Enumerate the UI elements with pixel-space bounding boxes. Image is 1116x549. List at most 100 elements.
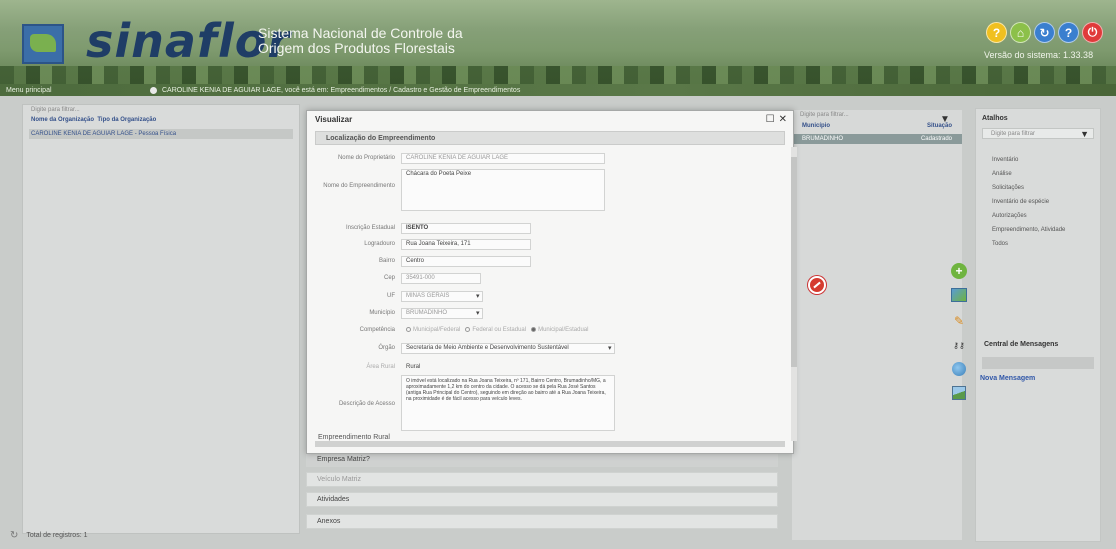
bairro-value: Centro	[406, 258, 425, 264]
chevron-down-icon[interactable]: ▾	[605, 343, 615, 353]
uf-label: UF	[387, 293, 395, 299]
veiculo-matriz-label: Veículo Matriz	[317, 476, 361, 483]
nome-empreendimento-label: Nome do Empreendimento	[323, 183, 395, 189]
stop-icon[interactable]	[808, 276, 826, 294]
chevron-down-icon[interactable]: ▾	[473, 291, 483, 301]
cep-label: Cep	[383, 275, 395, 281]
table-row[interactable]: CAROLINE KENIA DE AGUIAR LAGE - Pessoa F…	[29, 129, 293, 139]
left-search-input[interactable]: Digite para filtrar...	[23, 105, 299, 115]
view-modal: Visualizar ☐ ✕ Localização do Empreendim…	[306, 110, 797, 454]
globe-icon[interactable]	[950, 360, 968, 378]
version-text: Versão do sistema: 1.33.38	[984, 50, 1094, 60]
row-municipio: BRUMADINHO	[802, 136, 844, 142]
shortcut-item[interactable]: Inventário de espécie	[992, 199, 1100, 205]
home-icon[interactable]: ⌂	[1010, 22, 1031, 43]
header: sinaflor Sistema Nacional de Controle da…	[0, 0, 1116, 84]
area-value: Rural	[406, 364, 421, 370]
total-records: Total de registros: 1	[26, 532, 88, 539]
competencia-option-1: Municipal/Federal	[413, 327, 461, 334]
header-foliage	[0, 66, 1116, 84]
anexos-label: Anexos	[317, 518, 341, 525]
refresh-icon[interactable]: ↻	[10, 530, 18, 541]
municipio-value: BRUMADINHO	[406, 310, 448, 316]
breadcrumb: CAROLINE KENIA DE AGUIAR LAGE, você está…	[162, 86, 521, 94]
descricao-acesso-label: Descrição de Acesso	[338, 401, 395, 407]
area-label: Área Rural	[366, 364, 395, 370]
col-municipio[interactable]: Município	[802, 123, 830, 129]
logradouro-label: Logradouro	[364, 241, 395, 247]
shortcut-item[interactable]: Empreendimento, Atividade	[992, 227, 1100, 233]
power-icon[interactable]: ⏻	[1082, 22, 1103, 43]
competencia-radio-2[interactable]	[465, 327, 471, 332]
competencia-option-3: Municipal/Estadual	[538, 327, 589, 334]
competencia-radio-1[interactable]	[406, 327, 411, 332]
atividades-label: Atividades	[317, 496, 350, 503]
left-footer: ↻ Total de registros: 1	[10, 530, 87, 541]
breadcrumb-bar: Menu principal CAROLINE KENIA DE AGUIAR …	[0, 84, 1116, 96]
empresa-matriz-section[interactable]: Empresa Matriz?	[306, 452, 778, 467]
edit-pencil-icon[interactable]: ✎	[950, 312, 968, 330]
shortcuts-filter-input[interactable]: Digite para filtrar ▼	[982, 128, 1094, 139]
key-icon[interactable]: ⚷⚷	[950, 336, 968, 354]
mid-search-input[interactable]: Digite para filtrar...	[792, 110, 962, 120]
col-nome-organizacao[interactable]: Nome da Organização	[31, 117, 94, 123]
shortcuts-panel: Atalhos Digite para filtrar ▼ Inventário…	[975, 108, 1101, 542]
menu-principal-link[interactable]: Menu principal	[0, 87, 150, 94]
shortcut-item[interactable]: Todos	[992, 241, 1100, 247]
bairro-label: Bairro	[378, 258, 395, 264]
cep-value: 35491-000	[406, 275, 435, 281]
municipio-label: Município	[369, 310, 395, 316]
info-icon[interactable]: ?	[1058, 22, 1079, 43]
map-icon[interactable]	[950, 286, 968, 304]
uf-value: MINAS GERAIS	[406, 293, 450, 299]
localizacao-section-header[interactable]: Localização do Empreendimento	[315, 131, 785, 145]
modal-scroll-thumb[interactable]	[791, 157, 797, 367]
enterprise-list-panel: Digite para filtrar... Município Situaçã…	[792, 110, 962, 540]
competencia-options: Municipal/Federal Federal ou Estadual Mu…	[403, 326, 591, 334]
filter-icon[interactable]: ▼	[940, 114, 950, 125]
modal-horizontal-scrollbar[interactable]	[315, 441, 785, 447]
anexos-section[interactable]: Anexos	[306, 514, 778, 529]
chevron-down-icon[interactable]: ▾	[473, 308, 483, 318]
inscricao-estadual-label: Inscrição Estadual	[345, 225, 395, 231]
row-situacao: Cadastrado	[920, 136, 952, 142]
atividades-section[interactable]: Atividades	[306, 492, 778, 507]
nome-empreendimento-value: Chácara do Poeta Peixe	[406, 171, 472, 177]
nome-proprietario-label: Nome do Proprietário	[337, 155, 395, 161]
header-icons: ? ⌂ ↻ ? ⏻	[986, 22, 1103, 43]
modal-scrollbar[interactable]	[791, 147, 797, 441]
filter-icon[interactable]: ▼	[1080, 129, 1089, 139]
nome-proprietario-value: CAROLINE KENIA DE AGUIAR LAGE	[406, 155, 509, 161]
brazil-map-logo	[22, 24, 64, 64]
messages-bar	[982, 357, 1094, 369]
messages-title: Central de Mensagens	[984, 341, 1059, 348]
competencia-label: Competência	[359, 327, 395, 333]
modal-title: Visualizar	[315, 115, 353, 124]
user-icon	[150, 86, 157, 94]
shortcuts-title: Atalhos	[982, 115, 1008, 122]
shortcut-list: Inventário Análise Solicitações Inventár…	[976, 157, 1100, 247]
logradouro-value: Rua Joana Teixeira, 171	[406, 241, 471, 247]
shortcut-item[interactable]: Autorizações	[992, 213, 1100, 219]
competencia-radio-3[interactable]	[531, 327, 537, 332]
col-tipo-organizacao[interactable]: Tipo da Organização	[97, 117, 156, 123]
chart-image-icon[interactable]	[950, 384, 968, 402]
veiculo-matriz-section[interactable]: Veículo Matriz	[306, 472, 778, 487]
table-row[interactable]: BRUMADINHO Cadastrado	[792, 134, 962, 144]
maximize-icon[interactable]: ☐	[766, 114, 775, 125]
modal-controls: ☐ ✕	[766, 114, 787, 125]
new-message-link[interactable]: Nova Mensagem	[980, 375, 1035, 382]
close-icon[interactable]: ✕	[779, 114, 787, 125]
tagline-line1: Sistema Nacional de Controle da	[258, 25, 463, 41]
shortcuts-filter-placeholder: Digite para filtrar	[991, 130, 1036, 137]
refresh-icon[interactable]: ↻	[1034, 22, 1055, 43]
shortcut-item[interactable]: Inventário	[992, 157, 1100, 163]
orgao-value: Secretaria de Meio Ambiente e Desenvolvi…	[406, 345, 569, 351]
tagline-line2: Origem dos Produtos Florestais	[258, 40, 455, 56]
add-icon[interactable]: +	[950, 262, 968, 280]
help-icon[interactable]: ?	[986, 22, 1007, 43]
shortcut-item[interactable]: Solicitações	[992, 185, 1100, 191]
empresa-matriz-label: Empresa Matriz?	[317, 456, 370, 463]
mid-column-headers: Município Situação	[792, 120, 962, 132]
shortcut-item[interactable]: Análise	[992, 171, 1100, 177]
